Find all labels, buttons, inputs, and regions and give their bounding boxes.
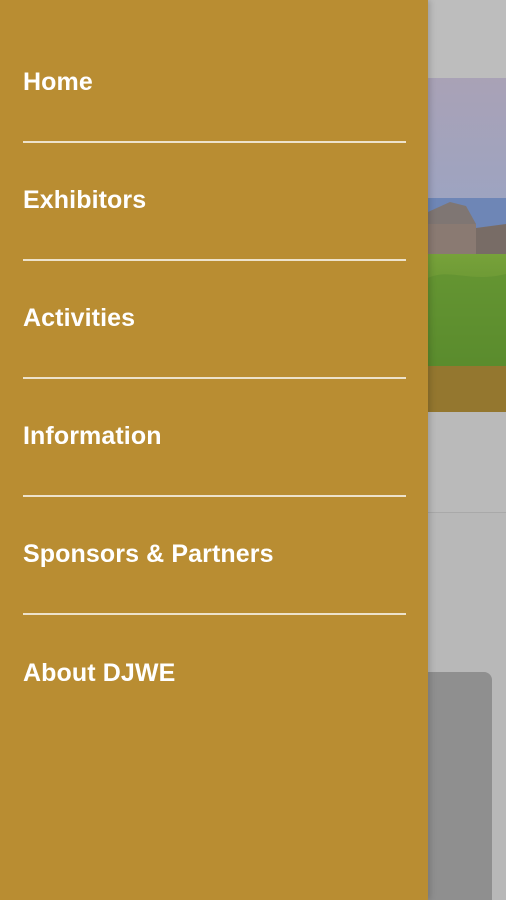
menu-item-label: Home xyxy=(23,67,93,96)
drawer-menu: Home Exhibitors Activities Information S… xyxy=(23,25,406,733)
menu-item-label: Sponsors & Partners xyxy=(23,539,274,568)
app-screen: Home Exhibitors Activities Information S… xyxy=(0,0,506,900)
menu-item-home[interactable]: Home xyxy=(23,25,406,143)
menu-item-activities[interactable]: Activities xyxy=(23,261,406,379)
menu-item-about[interactable]: About DJWE xyxy=(23,615,406,733)
menu-item-exhibitors[interactable]: Exhibitors xyxy=(23,143,406,261)
menu-item-label: Activities xyxy=(23,303,136,332)
menu-item-label: About DJWE xyxy=(23,658,176,687)
menu-item-sponsors-partners[interactable]: Sponsors & Partners xyxy=(23,497,406,615)
menu-item-label: Information xyxy=(23,421,162,450)
menu-item-label: Exhibitors xyxy=(23,185,147,214)
menu-item-information[interactable]: Information xyxy=(23,379,406,497)
navigation-drawer: Home Exhibitors Activities Information S… xyxy=(0,0,428,900)
